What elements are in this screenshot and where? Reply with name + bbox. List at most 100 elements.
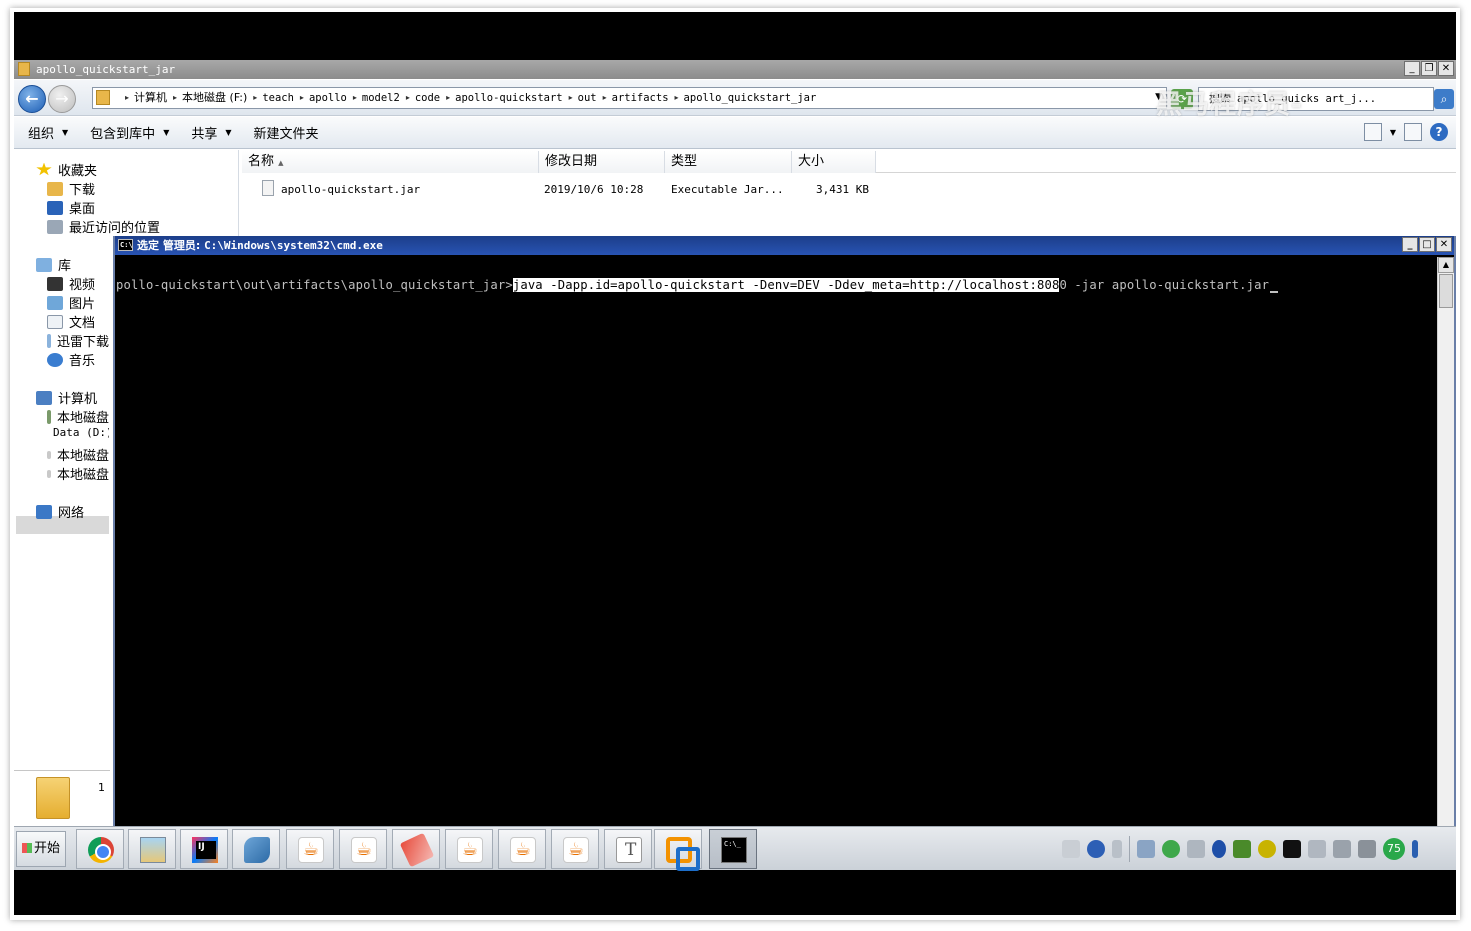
preview-pane-icon[interactable] — [1404, 123, 1422, 141]
share-label: 共享 — [191, 127, 218, 142]
nav-drive-c[interactable]: 本地磁盘 — [47, 407, 109, 426]
taskbar-typora[interactable] — [604, 829, 652, 869]
nvidia-icon[interactable] — [1233, 840, 1251, 858]
chevron-right-icon[interactable]: ▸ — [406, 88, 410, 108]
console-line[interactable]: pollo-quickstart\out\artifacts\apollo_qu… — [116, 277, 1279, 293]
chevron-right-icon[interactable]: ▸ — [253, 88, 257, 108]
tray-expand-icon[interactable] — [1112, 840, 1122, 858]
taskbar-java-5[interactable] — [551, 829, 599, 869]
network-status-icon[interactable] — [1333, 840, 1351, 858]
scroll-thumb[interactable] — [1439, 274, 1453, 308]
nav-libraries[interactable]: 库 — [36, 255, 71, 274]
breadcrumb-item[interactable]: code — [415, 88, 440, 108]
chevron-right-icon[interactable]: ▸ — [675, 88, 679, 108]
volume-icon[interactable] — [1358, 840, 1376, 858]
nav-videos[interactable]: 视频 — [47, 274, 95, 293]
view-options-icon[interactable] — [1363, 123, 1382, 141]
forward-button[interactable]: → — [48, 85, 76, 113]
pen-icon[interactable] — [1137, 840, 1155, 858]
include-library-label: 包含到库中 — [90, 127, 156, 142]
back-button[interactable]: ← — [18, 85, 46, 113]
include-library-menu[interactable]: 包含到库中 ▼ — [90, 123, 169, 142]
chevron-right-icon[interactable]: ▸ — [569, 88, 573, 108]
close-button[interactable]: ✕ — [1436, 237, 1452, 252]
chevron-down-icon[interactable]: ▼ — [1390, 128, 1396, 137]
chevron-right-icon[interactable]: ▸ — [446, 88, 450, 108]
taskbar-explorer[interactable] — [128, 829, 176, 869]
keyboard-icon[interactable] — [1062, 840, 1080, 858]
column-type[interactable]: 类型 — [665, 151, 792, 173]
nav-drive-f[interactable]: 本地磁盘 — [47, 464, 109, 483]
taskbar-intellij[interactable] — [180, 829, 228, 869]
breadcrumb-item[interactable]: 本地磁盘 (F:) — [182, 88, 247, 108]
copy-icon[interactable] — [1187, 840, 1205, 858]
column-name[interactable]: 名称 ▲ — [242, 151, 539, 173]
nav-favorites[interactable]: 收藏夹 — [36, 160, 97, 179]
nav-downloads[interactable]: 下载 — [47, 179, 95, 198]
nav-xunlei[interactable]: 迅雷下载 — [47, 331, 109, 350]
explorer-titlebar[interactable]: apollo_quickstart_jar _ ❐ ✕ — [14, 60, 1456, 79]
column-size[interactable]: 大小 — [792, 151, 876, 173]
chevron-right-icon[interactable]: ▸ — [300, 88, 304, 108]
file-row[interactable]: apollo-quickstart.jar 2019/10/6 10:28 Ex… — [242, 180, 882, 200]
breadcrumb-item[interactable]: apollo — [309, 88, 347, 108]
nav-computer[interactable]: 计算机 — [36, 388, 97, 407]
nav-documents[interactable]: 文档 — [47, 312, 95, 331]
nav-music[interactable]: 音乐 — [47, 350, 95, 369]
chevron-right-icon[interactable]: ▸ — [173, 88, 177, 108]
breadcrumb-item[interactable]: apollo-quickstart — [455, 88, 562, 108]
breadcrumb-item[interactable]: apollo_quickstart_jar — [684, 88, 817, 108]
taskbar-dolphin[interactable] — [232, 829, 280, 869]
start-button[interactable]: 开始 — [16, 831, 66, 867]
breadcrumb-item[interactable]: 计算机 — [134, 88, 167, 108]
breadcrumb-item[interactable]: model2 — [362, 88, 400, 108]
bluetooth-icon[interactable] — [1212, 840, 1226, 858]
help-icon[interactable] — [1087, 840, 1105, 858]
tray-badge[interactable]: 75 — [1383, 838, 1405, 860]
nav-network[interactable]: 网络 — [36, 502, 84, 521]
maximize-button[interactable]: □ — [1419, 237, 1435, 252]
eraser-icon — [399, 832, 435, 868]
help-icon[interactable]: ? — [1430, 123, 1448, 141]
breadcrumb-item[interactable]: artifacts — [612, 88, 669, 108]
cmd-scrollbar[interactable]: ▲ — [1437, 257, 1454, 826]
restore-button[interactable]: ❐ — [1421, 61, 1437, 76]
360-icon[interactable] — [1162, 840, 1180, 858]
share-menu[interactable]: 共享 ▼ — [191, 123, 231, 142]
chevron-right-icon[interactable]: ▸ — [603, 88, 607, 108]
nav-recent[interactable]: 最近访问的位置 — [47, 217, 160, 236]
close-button[interactable]: ✕ — [1438, 61, 1454, 76]
breadcrumb-item[interactable]: out — [578, 88, 597, 108]
cmd-window[interactable]: C:\ 选定 管理员: C:\Windows\system32\cmd.exe … — [113, 236, 1456, 826]
minimize-button[interactable]: _ — [1404, 61, 1420, 76]
new-folder-button[interactable]: 新建文件夹 — [254, 123, 319, 142]
display-icon[interactable] — [1283, 840, 1301, 858]
search-icon[interactable]: ⌕ — [1434, 89, 1454, 109]
chevron-right-icon[interactable]: ▸ — [353, 88, 357, 108]
taskbar-java-1[interactable] — [286, 829, 334, 869]
taskbar-chrome[interactable] — [76, 829, 124, 869]
nav-drive-e[interactable]: 本地磁盘 — [47, 445, 109, 464]
usb-icon[interactable] — [1308, 840, 1326, 858]
organize-menu[interactable]: 组织 ▼ — [28, 123, 68, 142]
address-bar[interactable]: ▸ 计算机 ▸ 本地磁盘 (F:) ▸ teach ▸ apollo ▸ model2 ▸… — [92, 87, 1167, 109]
nav-pictures[interactable]: 图片 — [47, 293, 95, 312]
taskbar-java-2[interactable] — [339, 829, 387, 869]
scroll-up-icon[interactable]: ▲ — [1438, 257, 1454, 273]
taskbar-java-4[interactable] — [498, 829, 546, 869]
nav-desktop[interactable]: 桌面 — [47, 198, 95, 217]
chrome-icon — [88, 837, 114, 863]
breadcrumb-item[interactable]: teach — [262, 88, 294, 108]
taskbar-java-3[interactable] — [445, 829, 493, 869]
console-text: 0 -jar apollo-quickstart.jar — [1059, 278, 1270, 292]
plus-icon[interactable] — [1258, 840, 1276, 858]
minimize-button[interactable]: _ — [1402, 237, 1418, 252]
taskbar-cmd[interactable] — [709, 829, 757, 869]
nav-drive-d[interactable]: Data (D:) — [47, 426, 109, 439]
cmd-titlebar[interactable]: C:\ 选定 管理员: C:\Windows\system32\cmd.exe … — [115, 236, 1454, 255]
taskbar-eraser[interactable] — [392, 829, 440, 869]
show-desktop-icon[interactable] — [1412, 840, 1418, 858]
column-modified[interactable]: 修改日期 — [539, 151, 665, 173]
file-modified: 2019/10/6 10:28 — [544, 183, 644, 196]
taskbar-vmware[interactable] — [654, 829, 702, 871]
